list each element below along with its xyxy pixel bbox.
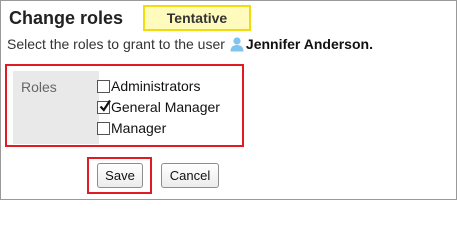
instruction-line: Select the roles to grant to the user Je… <box>7 36 373 52</box>
role-option-general-manager[interactable]: General Manager <box>97 98 220 116</box>
role-label: General Manager <box>111 99 220 115</box>
role-label: Administrators <box>111 78 201 94</box>
checkmark-icon <box>99 99 111 112</box>
roles-highlight-box: Roles Administrators General Manager Man… <box>5 64 244 147</box>
checkbox-manager[interactable] <box>97 121 110 135</box>
user-icon <box>229 36 245 52</box>
save-button[interactable]: Save <box>97 163 143 188</box>
roles-label-cell: Roles <box>13 71 99 144</box>
checkbox-administrators[interactable] <box>97 79 110 93</box>
page-title: Change roles <box>9 8 124 28</box>
cancel-button[interactable]: Cancel <box>161 163 219 188</box>
instruction-text: Select the roles to grant to the user <box>7 36 225 52</box>
role-option-administrators[interactable]: Administrators <box>97 77 200 95</box>
roles-label: Roles <box>21 79 57 95</box>
checkbox-general-manager[interactable] <box>97 99 111 114</box>
tentative-badge: Tentative <box>143 5 251 31</box>
role-option-manager[interactable]: Manager <box>97 119 166 137</box>
user-name: Jennifer Anderson. <box>245 36 373 52</box>
role-label: Manager <box>111 120 167 136</box>
